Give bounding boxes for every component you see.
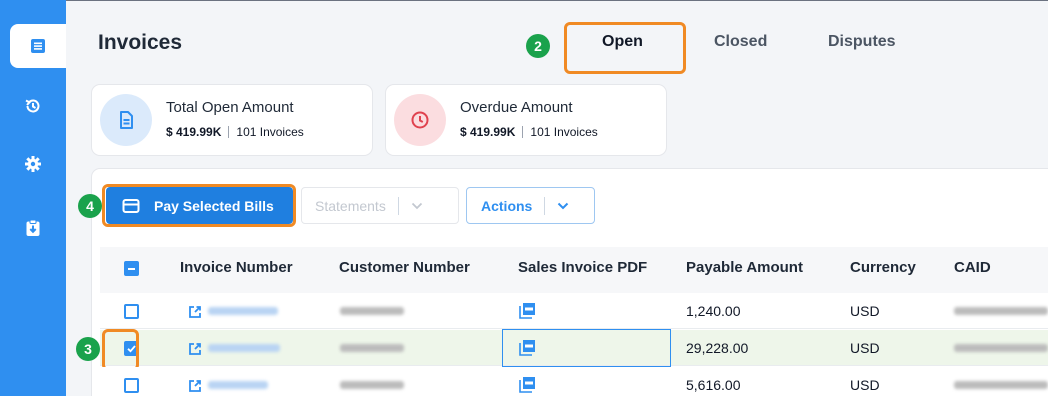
document-icon [120, 111, 133, 129]
tab-closed[interactable]: Closed [714, 33, 767, 51]
main-area: Invoices Open Closed Disputes 2 Total Op… [66, 0, 1048, 396]
column-header-sales-invoice-pdf[interactable]: Sales Invoice PDF [518, 259, 647, 276]
customer-number-redacted [340, 381, 404, 389]
customer-number-redacted [340, 344, 404, 352]
overdue-amount: $ 419.99K [460, 125, 516, 139]
overdue-card: Overdue Amount $ 419.99K 101 Invoices [386, 85, 666, 155]
tab-disputes[interactable]: Disputes [828, 33, 896, 51]
step-badge-3: 3 [76, 337, 100, 361]
pdf-icon[interactable] [519, 339, 536, 356]
clipboard-download-icon [26, 219, 40, 236]
total-open-label: Total Open Amount [166, 99, 294, 116]
invoice-number-redacted[interactable] [208, 381, 268, 389]
actions-label: Actions [481, 197, 533, 214]
payable-amount: 1,240.00 [686, 303, 741, 319]
row-checkbox[interactable] [124, 304, 139, 319]
payable-amount: 29,228.00 [686, 340, 749, 356]
chevron-down-icon [558, 202, 569, 209]
caid-redacted [954, 307, 1048, 315]
row-checkbox-highlight [102, 329, 139, 371]
page-title: Invoices [98, 31, 183, 54]
invoice-list-icon [31, 39, 45, 53]
chevron-down-icon [411, 202, 422, 209]
total-open-card: Total Open Amount $ 419.99K 101 Invoices [92, 85, 372, 155]
currency: USD [850, 377, 880, 393]
customer-number-redacted [340, 307, 404, 315]
invoice-number-redacted[interactable] [208, 344, 280, 352]
pdf-icon[interactable] [519, 302, 536, 319]
gear-icon [25, 156, 41, 172]
column-header-invoice-number[interactable]: Invoice Number [180, 259, 293, 276]
sidebar-item-invoices[interactable] [10, 24, 66, 68]
overdue-count: 101 Invoices [530, 125, 598, 139]
total-open-count: 101 Invoices [236, 125, 304, 139]
tab-open-highlight [564, 22, 686, 74]
payable-amount: 5,616.00 [686, 377, 741, 393]
currency: USD [850, 340, 880, 356]
select-all-checkbox[interactable] [124, 261, 139, 276]
actions-dropdown[interactable]: Actions [466, 187, 595, 224]
total-open-icon-bg [100, 94, 152, 146]
sidebar-item-settings[interactable] [0, 142, 66, 186]
external-link-icon[interactable] [188, 379, 202, 393]
total-open-amount: $ 419.99K [166, 125, 222, 139]
statements-dropdown[interactable]: Statements [301, 187, 459, 224]
total-open-details: $ 419.99K 101 Invoices [166, 125, 304, 139]
pdf-icon[interactable] [519, 376, 536, 393]
step-badge-4: 4 [78, 194, 102, 218]
history-icon [25, 99, 40, 113]
currency: USD [850, 303, 880, 319]
clock-icon [411, 111, 429, 129]
overdue-details: $ 419.99K 101 Invoices [460, 125, 598, 139]
statements-label: Statements [315, 197, 386, 214]
column-header-payable-amount[interactable]: Payable Amount [686, 259, 803, 276]
sidebar-item-downloads[interactable] [0, 206, 66, 250]
column-header-currency[interactable]: Currency [850, 259, 916, 276]
invoice-number-redacted[interactable] [208, 307, 278, 315]
column-header-caid[interactable]: CAID [954, 259, 991, 276]
caid-redacted [954, 344, 1048, 352]
external-link-icon[interactable] [188, 305, 202, 319]
external-link-icon[interactable] [188, 342, 202, 356]
column-header-customer-number[interactable]: Customer Number [339, 259, 470, 276]
row-checkbox[interactable] [124, 378, 139, 393]
pay-button-highlight [102, 184, 296, 227]
sidebar [0, 0, 66, 396]
step-badge-2: 2 [526, 34, 550, 58]
overdue-icon-bg [394, 94, 446, 146]
caid-redacted [954, 381, 1048, 389]
sidebar-item-history[interactable] [0, 84, 66, 128]
overdue-label: Overdue Amount [460, 99, 573, 116]
